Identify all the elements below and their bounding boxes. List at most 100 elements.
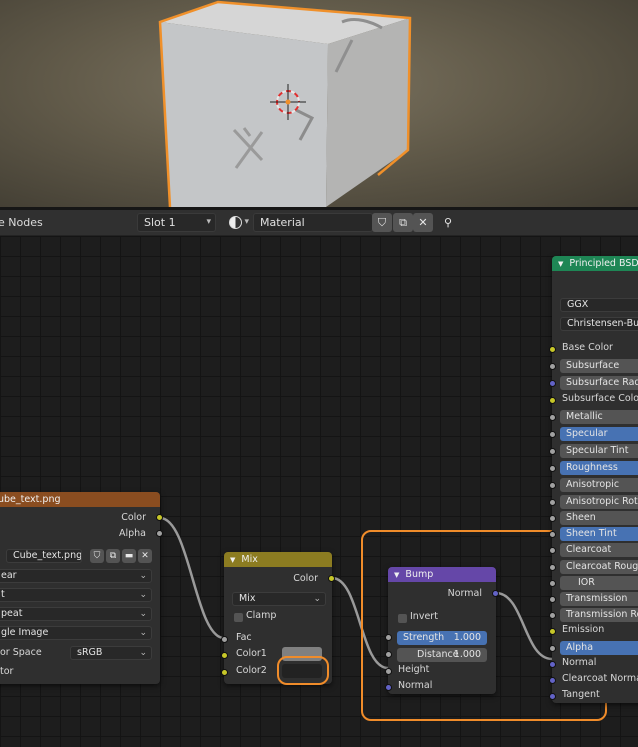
bsdf-input-transmission[interactable]: Transmission: [560, 592, 638, 606]
bsdf-input-socket[interactable]: [549, 628, 556, 635]
bsdf-input-specular[interactable]: Specular: [560, 427, 638, 441]
bsdf-input-socket[interactable]: [549, 414, 556, 421]
bsdf-input-transmission-roughness[interactable]: Transmission Roughness: [560, 608, 638, 622]
principled-bsdf-title: Principled BSDF: [569, 258, 638, 269]
color-space-dropdown[interactable]: sRGB ⌄: [70, 646, 152, 660]
chevron-down-icon: ⌄: [139, 571, 147, 581]
collapse-arrow-icon[interactable]: ▼: [230, 556, 235, 564]
bsdf-input-normal: Normal: [562, 657, 597, 668]
bsdf-input-socket[interactable]: [549, 363, 556, 370]
bsdf-input-socket[interactable]: [549, 380, 556, 387]
clamp-checkbox[interactable]: [234, 613, 243, 622]
fac-label: Fac: [236, 632, 252, 643]
bsdf-input-anisotropic-rotation[interactable]: Anisotropic Rotation: [560, 495, 638, 509]
close-icon[interactable]: ✕: [138, 549, 152, 563]
editor-title: e Nodes: [0, 216, 43, 229]
node-editor-header: e Nodes Slot 1 ▾ ▾ Material ⛉ ⧉ ✕ ⚲: [0, 210, 638, 236]
bsdf-input-metallic[interactable]: Metallic: [560, 410, 638, 424]
principled-bsdf-header: ▼ Principled BSDF: [552, 256, 638, 271]
color-output-socket[interactable]: [156, 514, 163, 521]
bsdf-input-socket[interactable]: [549, 564, 556, 571]
bsdf-input-socket[interactable]: [549, 515, 556, 522]
image-texture-node[interactable]: ube_text.png Color Alpha Cube_text.png ⛉…: [0, 492, 163, 684]
3d-viewport[interactable]: [0, 0, 638, 207]
subsurface-method-value: Christensen-Burley: [567, 318, 638, 329]
node-editor-canvas[interactable]: ube_text.png Color Alpha Cube_text.png ⛉…: [0, 236, 638, 747]
bsdf-input-subsurface-radius[interactable]: Subsurface Radius: [560, 376, 638, 390]
chevron-down-icon: ▾: [244, 217, 249, 227]
bsdf-input-tangent: Tangent: [562, 689, 600, 700]
fake-user-icon[interactable]: ⛉: [90, 549, 104, 563]
bsdf-input-clearcoat-roughness[interactable]: Clearcoat Roughness: [560, 560, 638, 574]
distribution-dropdown[interactable]: GGX: [560, 298, 638, 312]
bsdf-input-clearcoat-normal: Clearcoat Normal: [562, 673, 638, 684]
fac-input-socket[interactable]: [221, 636, 228, 643]
bsdf-input-socket[interactable]: [549, 580, 556, 587]
chevron-down-icon: ⌄: [139, 609, 147, 619]
close-icon[interactable]: ✕: [413, 213, 433, 232]
bsdf-input-socket[interactable]: [549, 482, 556, 489]
open-folder-icon[interactable]: ▬: [122, 549, 136, 563]
extension-dropdown[interactable]: peat ⌄: [0, 607, 152, 621]
projection-dropdown[interactable]: t ⌄: [0, 588, 152, 602]
bsdf-input-socket[interactable]: [549, 465, 556, 472]
material-name: Material: [260, 216, 305, 229]
chevron-down-icon: ▾: [206, 217, 211, 227]
bsdf-input-socket[interactable]: [549, 645, 556, 652]
color2-label: Color2: [236, 665, 267, 676]
color2-highlight: [277, 656, 329, 685]
interpolation-dropdown[interactable]: ear ⌄: [0, 569, 152, 583]
bsdf-input-socket[interactable]: [549, 693, 556, 700]
bsdf-input-subsurface[interactable]: Subsurface: [560, 359, 638, 373]
bsdf-input-socket[interactable]: [549, 677, 556, 684]
alpha-output-socket[interactable]: [156, 530, 163, 537]
collapse-arrow-icon[interactable]: ▼: [558, 260, 563, 268]
slot-dropdown[interactable]: Slot 1 ▾: [137, 213, 216, 232]
source-dropdown[interactable]: gle Image ⌄: [0, 626, 152, 640]
bsdf-input-socket[interactable]: [549, 531, 556, 538]
subsurface-method-dropdown[interactable]: Christensen-Burley: [560, 317, 638, 331]
pin-icon[interactable]: ⚲: [438, 213, 458, 232]
material-browse-button[interactable]: ▾: [222, 213, 254, 232]
bsdf-input-socket[interactable]: [549, 346, 556, 353]
bsdf-input-anisotropic[interactable]: Anisotropic: [560, 478, 638, 492]
color1-label: Color1: [236, 648, 267, 659]
bsdf-input-ior[interactable]: IOR: [560, 576, 638, 590]
interpolation-value: ear: [1, 570, 17, 581]
bsdf-input-emission: Emission: [562, 624, 605, 635]
bsdf-input-roughness[interactable]: Roughness: [560, 461, 638, 475]
bsdf-input-alpha[interactable]: Alpha: [560, 641, 638, 655]
cube-render: [158, 0, 412, 207]
duplicate-icon[interactable]: ⧉: [393, 213, 413, 232]
image-name: Cube_text.png: [13, 550, 82, 561]
image-name-field[interactable]: Cube_text.png: [6, 549, 82, 563]
bsdf-input-socket[interactable]: [549, 397, 556, 404]
blend-type-dropdown[interactable]: Mix ⌄: [232, 592, 326, 606]
mix-node-title: Mix: [241, 554, 258, 565]
bsdf-input-socket[interactable]: [549, 499, 556, 506]
projection-value: t: [1, 589, 5, 600]
bsdf-input-socket[interactable]: [549, 596, 556, 603]
principled-bsdf-node[interactable]: ▼ Principled BSDF GGX Christensen-Burley…: [549, 256, 638, 703]
color-space-label: or Space: [0, 647, 42, 658]
color2-input-socket[interactable]: [221, 669, 228, 676]
color1-input-socket[interactable]: [221, 652, 228, 659]
bsdf-input-socket[interactable]: [549, 547, 556, 554]
bsdf-input-socket[interactable]: [549, 448, 556, 455]
bsdf-input-socket[interactable]: [549, 612, 556, 619]
duplicate-icon[interactable]: ⧉: [106, 549, 120, 563]
vector-input-label: tor: [0, 666, 14, 677]
bsdf-input-clearcoat[interactable]: Clearcoat: [560, 543, 638, 557]
source-value: gle Image: [1, 627, 49, 638]
bsdf-input-socket[interactable]: [549, 431, 556, 438]
color-space-value: sRGB: [77, 647, 103, 658]
alpha-output-label: Alpha: [118, 528, 146, 539]
chevron-down-icon: ⌄: [139, 590, 147, 600]
bsdf-input-socket[interactable]: [549, 661, 556, 668]
bsdf-input-sheen[interactable]: Sheen: [560, 511, 638, 525]
bsdf-input-specular-tint[interactable]: Specular Tint: [560, 444, 638, 458]
mix-color-output-socket[interactable]: [328, 575, 335, 582]
fake-user-icon[interactable]: ⛉: [372, 213, 392, 232]
material-name-field[interactable]: Material: [253, 213, 373, 232]
bsdf-input-sheen-tint[interactable]: Sheen Tint: [560, 527, 638, 541]
